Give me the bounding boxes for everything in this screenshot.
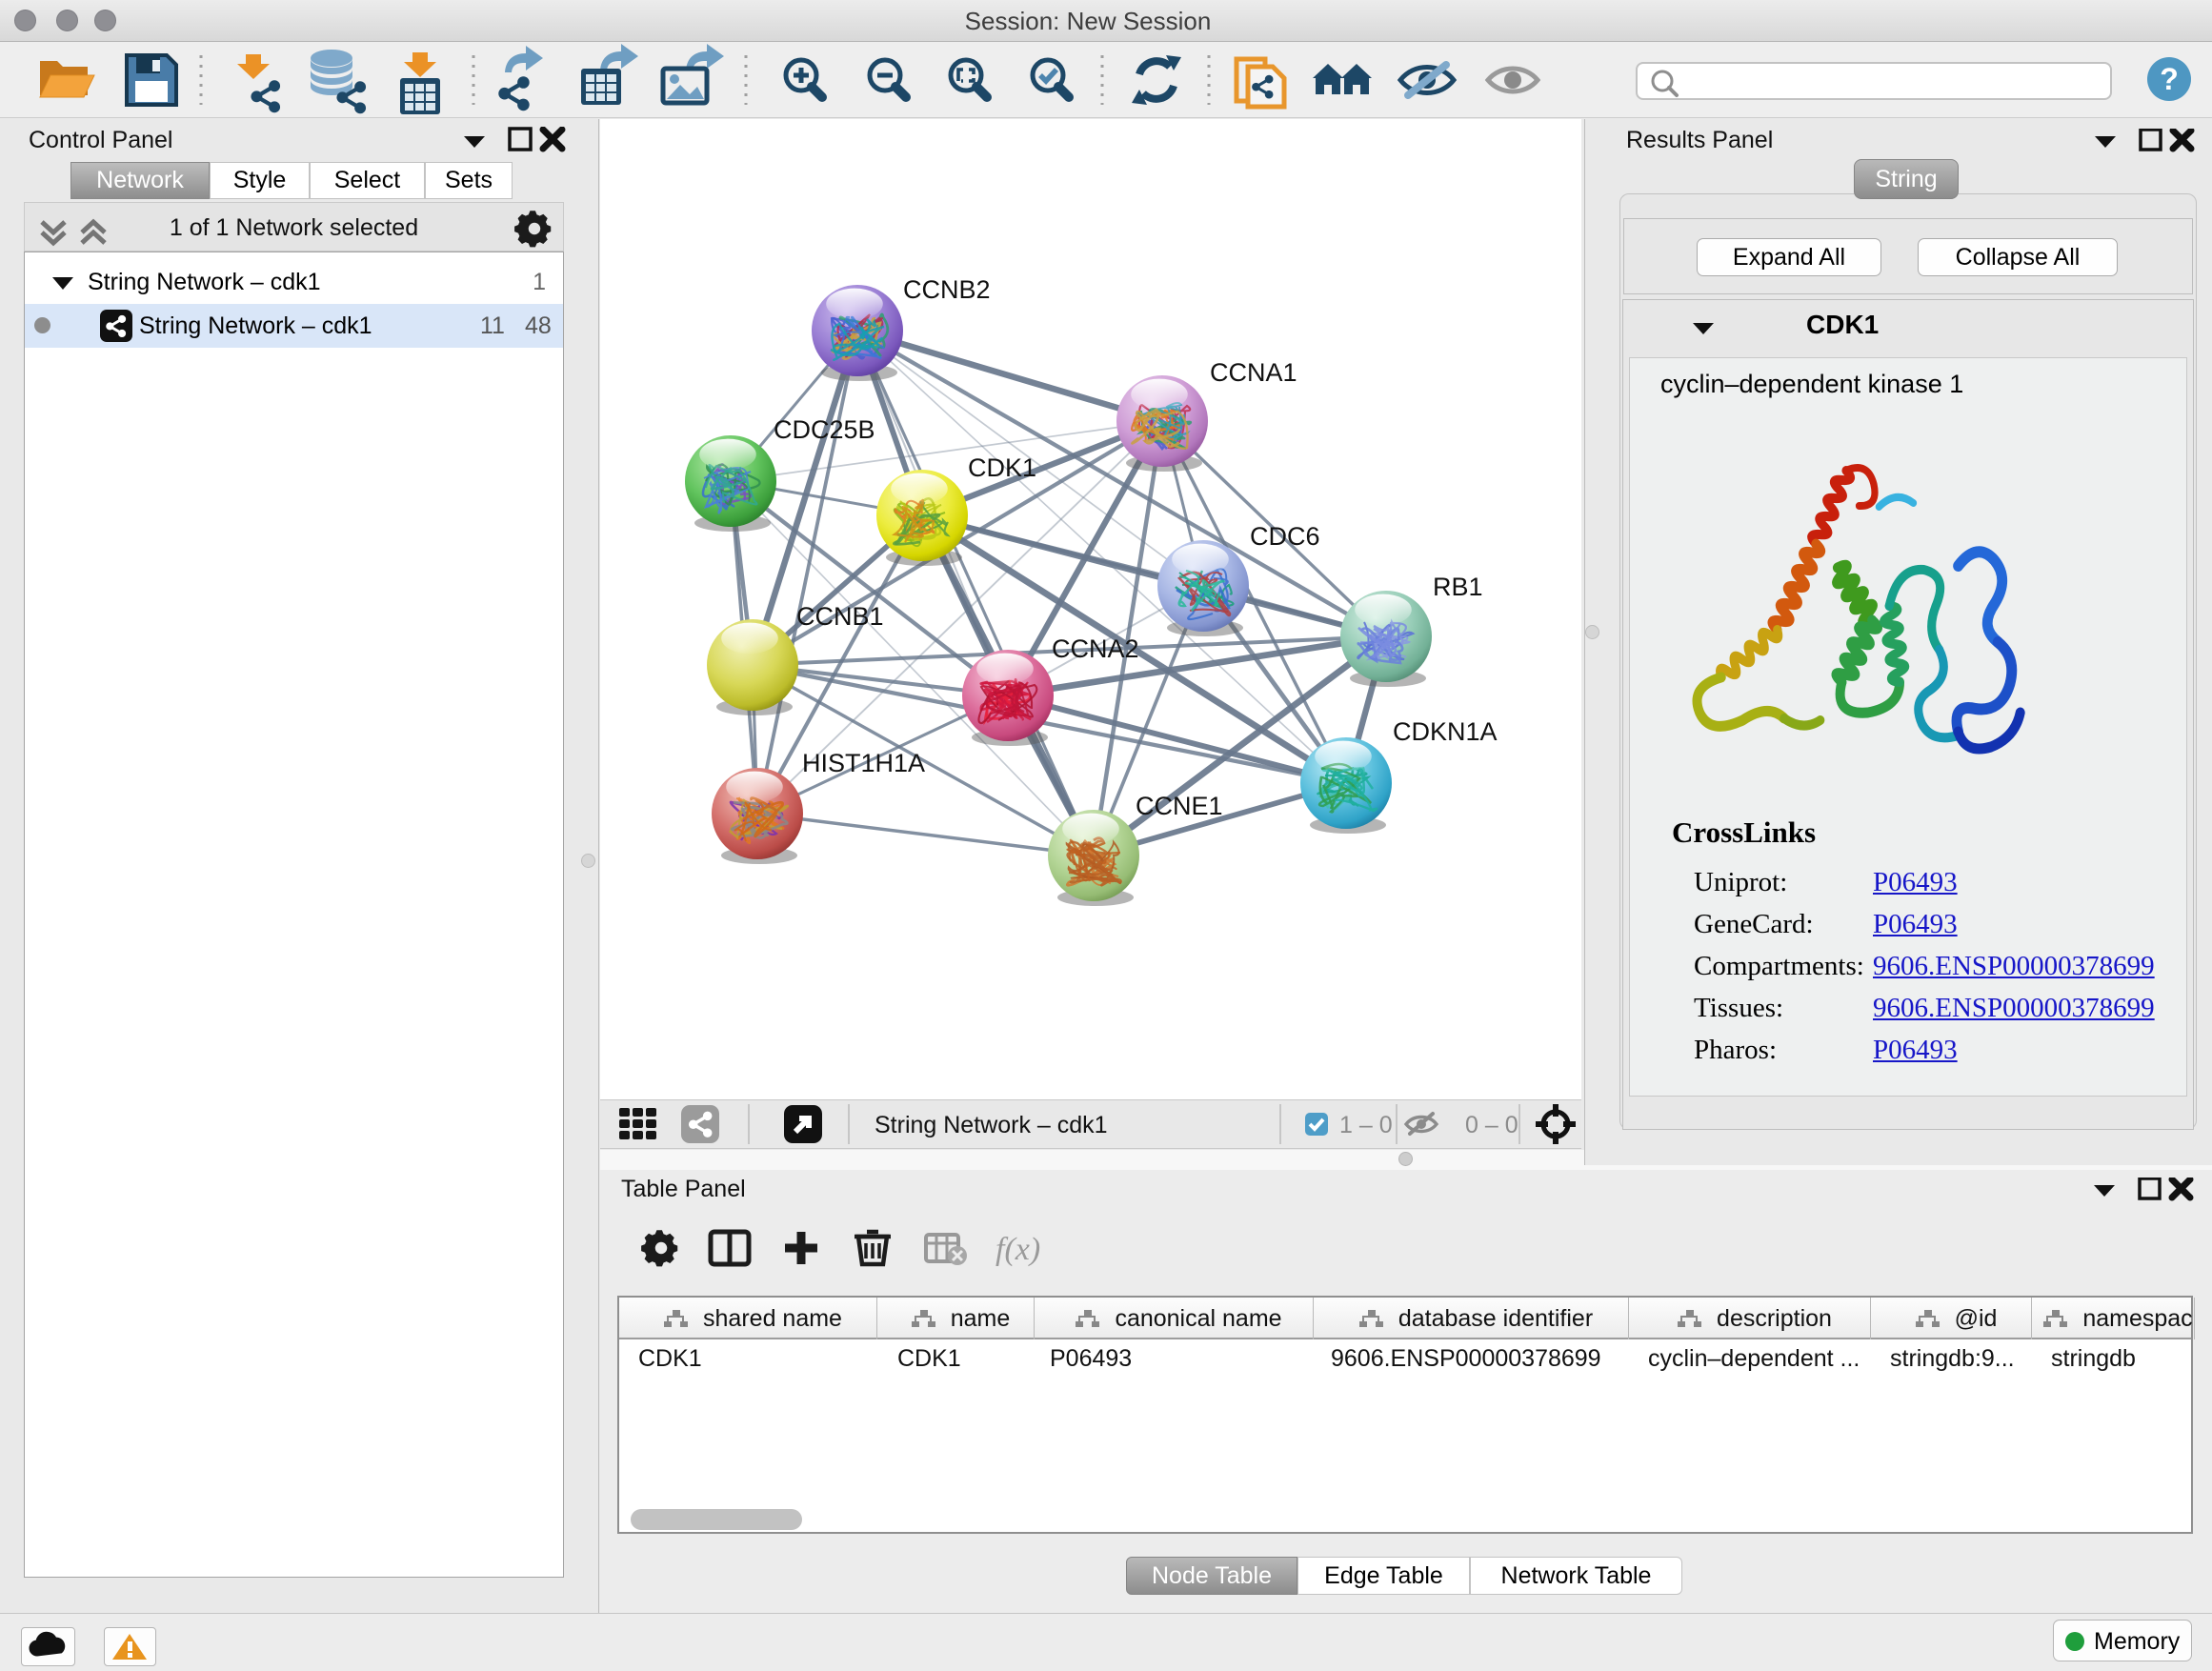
svg-text:CCNA1: CCNA1 xyxy=(1210,358,1297,387)
svg-text:CCNB1: CCNB1 xyxy=(796,602,884,631)
svg-text:CDKN1A: CDKN1A xyxy=(1393,717,1498,746)
svg-text:RB1: RB1 xyxy=(1433,573,1483,601)
svg-text:String Network – cdk1: String Network – cdk1 xyxy=(875,1112,1108,1138)
svg-text:CDK1: CDK1 xyxy=(968,453,1036,482)
svg-text:0 – 0: 0 – 0 xyxy=(1465,1112,1518,1138)
svg-text:CDC25B: CDC25B xyxy=(774,415,875,444)
svg-text:CCNB2: CCNB2 xyxy=(903,275,991,304)
svg-text:f(x): f(x) xyxy=(995,1232,1040,1267)
svg-text:CDC6: CDC6 xyxy=(1250,522,1320,551)
svg-text:CCNE1: CCNE1 xyxy=(1136,792,1223,820)
svg-text:CCNA2: CCNA2 xyxy=(1052,634,1139,663)
svg-text:HIST1H1A: HIST1H1A xyxy=(802,749,925,777)
svg-text:1 – 0: 1 – 0 xyxy=(1339,1112,1393,1138)
